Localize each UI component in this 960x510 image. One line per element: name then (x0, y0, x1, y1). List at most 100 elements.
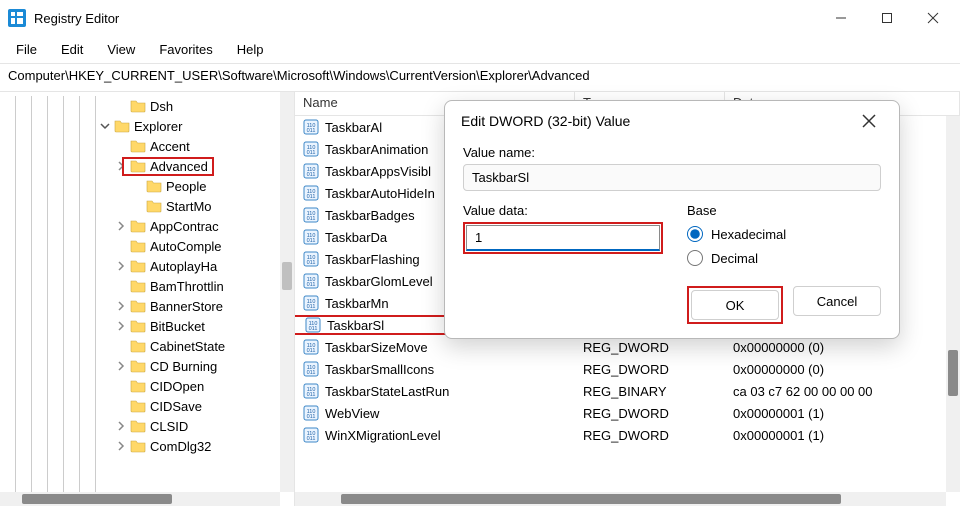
chevron-right-icon[interactable] (114, 419, 128, 433)
svg-text:011: 011 (309, 326, 318, 332)
spacer (114, 379, 128, 393)
valuedata-field[interactable] (466, 225, 660, 251)
dword-icon: 110011 (303, 119, 319, 135)
tree-item[interactable]: BitBucket (0, 316, 280, 336)
value-type: REG_DWORD (575, 340, 725, 355)
list-row[interactable]: 110011TaskbarStateLastRunREG_BINARYca 03… (295, 380, 946, 402)
tree-item-label: AutoplayHa (150, 259, 217, 274)
tree-item-label: Explorer (134, 119, 182, 134)
value-name: TaskbarAutoHideIn (325, 186, 435, 201)
folder-icon (130, 239, 146, 253)
valuename-field[interactable] (463, 164, 881, 191)
tree-item[interactable]: AutoplayHa (0, 256, 280, 276)
close-button[interactable] (910, 4, 956, 32)
list-vertical-scrollbar[interactable] (946, 116, 960, 492)
titlebar: Registry Editor (0, 0, 960, 36)
chevron-right-icon[interactable] (114, 259, 128, 273)
tree-item[interactable]: CD Burning (0, 356, 280, 376)
menu-favorites[interactable]: Favorites (147, 38, 224, 61)
svg-text:011: 011 (307, 216, 316, 222)
window-title: Registry Editor (34, 11, 119, 26)
chevron-down-icon[interactable] (98, 119, 112, 133)
dword-icon: 110011 (305, 317, 321, 333)
minimize-button[interactable] (818, 4, 864, 32)
tree-vertical-scrollbar[interactable] (280, 92, 294, 492)
menu-edit[interactable]: Edit (49, 38, 95, 61)
folder-icon (146, 179, 162, 193)
valuedata-label: Value data: (463, 203, 663, 218)
list-row[interactable]: 110011TaskbarSizeMoveREG_DWORD0x00000000… (295, 336, 946, 358)
dword-icon: 110011 (303, 273, 319, 289)
value-name: WinXMigrationLevel (325, 428, 441, 443)
dword-icon: 110011 (303, 339, 319, 355)
tree-item-label: BitBucket (150, 319, 205, 334)
tree-item[interactable]: CabinetState (0, 336, 280, 356)
value-type: REG_DWORD (575, 362, 725, 377)
tree-item[interactable]: People (0, 176, 280, 196)
tree-item[interactable]: CLSID (0, 416, 280, 436)
dialog-close-button[interactable] (855, 107, 883, 135)
tree-item-label: StartMo (166, 199, 212, 214)
tree-item[interactable]: BannerStore (0, 296, 280, 316)
tree-item[interactable]: StartMo (0, 196, 280, 216)
tree-item[interactable]: Dsh (0, 96, 280, 116)
dword-icon: 110011 (303, 295, 319, 311)
value-name: TaskbarBadges (325, 208, 415, 223)
cancel-button[interactable]: Cancel (793, 286, 881, 316)
tree-item[interactable]: AppContrac (0, 216, 280, 236)
list-row[interactable]: 110011TaskbarSmallIconsREG_DWORD0x000000… (295, 358, 946, 380)
tree-item[interactable]: Accent (0, 136, 280, 156)
tree-item[interactable]: CIDSave (0, 396, 280, 416)
tree-item-label: AutoComple (150, 239, 222, 254)
tree-item-label: AppContrac (150, 219, 219, 234)
chevron-right-icon[interactable] (114, 359, 128, 373)
ok-button[interactable]: OK (691, 290, 779, 320)
list-row[interactable]: 110011WinXMigrationLevelREG_DWORD0x00000… (295, 424, 946, 446)
value-data: 0x00000000 (0) (725, 340, 946, 355)
tree-item[interactable]: CIDOpen (0, 376, 280, 396)
chevron-right-icon[interactable] (114, 439, 128, 453)
address-bar[interactable]: Computer\HKEY_CURRENT_USER\Software\Micr… (0, 64, 960, 92)
maximize-button[interactable] (864, 4, 910, 32)
tree-item[interactable]: Advanced (0, 156, 280, 176)
chevron-right-icon[interactable] (114, 219, 128, 233)
tree-item-label: CD Burning (150, 359, 217, 374)
list-row[interactable]: 110011 WebView REG_DWORD0x00000001 (1) (295, 402, 946, 424)
list-horizontal-scrollbar[interactable] (295, 492, 946, 506)
value-name: TaskbarSmallIcons (325, 362, 434, 377)
dword-icon: 110011 (303, 405, 319, 421)
value-name: TaskbarAnimation (325, 142, 428, 157)
value-name: WebView (325, 406, 379, 421)
menu-file[interactable]: File (4, 38, 49, 61)
value-data: 0x00000000 (0) (725, 362, 946, 377)
dword-icon: 110011 (303, 185, 319, 201)
radio-hexadecimal[interactable]: Hexadecimal (687, 226, 881, 242)
value-data: 0x00000001 (1) (725, 406, 946, 421)
svg-text:011: 011 (307, 128, 316, 134)
value-name: TaskbarAl (325, 120, 382, 135)
dword-icon: 110011 (303, 207, 319, 223)
tree-item[interactable]: BamThrottlin (0, 276, 280, 296)
value-type: REG_DWORD (575, 406, 725, 421)
value-name: TaskbarFlashing (325, 252, 420, 267)
chevron-right-icon[interactable] (114, 299, 128, 313)
tree-item[interactable]: Explorer (0, 116, 280, 136)
svg-text:011: 011 (307, 370, 316, 376)
folder-icon (114, 119, 130, 133)
dword-icon: 110011 (303, 383, 319, 399)
menu-view[interactable]: View (95, 38, 147, 61)
folder-icon (130, 319, 146, 333)
spacer (114, 339, 128, 353)
menu-help[interactable]: Help (225, 38, 276, 61)
tree-horizontal-scrollbar[interactable] (0, 492, 280, 506)
tree-item[interactable]: AutoComple (0, 236, 280, 256)
tree-item-label: People (166, 179, 206, 194)
tree-item[interactable]: ComDlg32 (0, 436, 280, 456)
value-name: TaskbarSl (327, 318, 384, 333)
radio-decimal[interactable]: Decimal (687, 250, 881, 266)
value-data: ca 03 c7 62 00 00 00 00 (725, 384, 946, 399)
dword-icon: 110011 (303, 163, 319, 179)
chevron-right-icon[interactable] (114, 319, 128, 333)
folder-icon (130, 299, 146, 313)
value-name: TaskbarAppsVisibl (325, 164, 431, 179)
